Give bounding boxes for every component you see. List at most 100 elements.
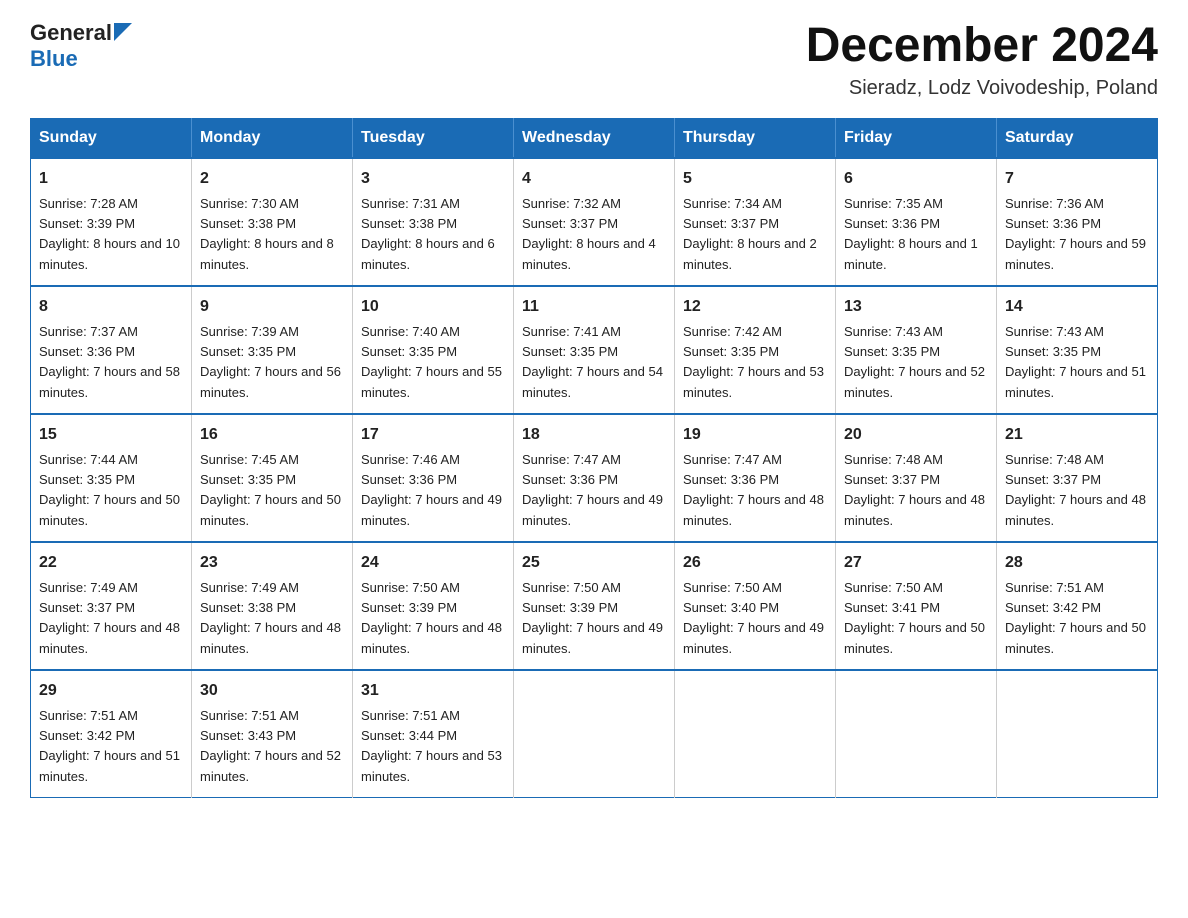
calendar-cell: 10 Sunrise: 7:40 AMSunset: 3:35 PMDaylig…	[353, 286, 514, 414]
weekday-header-sunday: Sunday	[31, 118, 192, 158]
weekday-header-friday: Friday	[836, 118, 997, 158]
day-info: Sunrise: 7:39 AMSunset: 3:35 PMDaylight:…	[200, 324, 341, 400]
day-info: Sunrise: 7:36 AMSunset: 3:36 PMDaylight:…	[1005, 196, 1146, 272]
weekday-header-thursday: Thursday	[675, 118, 836, 158]
calendar-cell: 28 Sunrise: 7:51 AMSunset: 3:42 PMDaylig…	[997, 542, 1158, 670]
title-block: December 2024 Sieradz, Lodz Voivodeship,…	[806, 20, 1158, 100]
day-info: Sunrise: 7:34 AMSunset: 3:37 PMDaylight:…	[683, 196, 817, 272]
page-header: General Blue December 2024 Sieradz, Lodz…	[30, 20, 1158, 100]
day-number: 3	[361, 167, 505, 191]
day-number: 19	[683, 423, 827, 447]
day-number: 15	[39, 423, 183, 447]
day-info: Sunrise: 7:50 AMSunset: 3:41 PMDaylight:…	[844, 580, 985, 656]
calendar-cell: 21 Sunrise: 7:48 AMSunset: 3:37 PMDaylig…	[997, 414, 1158, 542]
calendar-cell: 27 Sunrise: 7:50 AMSunset: 3:41 PMDaylig…	[836, 542, 997, 670]
calendar-cell: 24 Sunrise: 7:50 AMSunset: 3:39 PMDaylig…	[353, 542, 514, 670]
day-info: Sunrise: 7:28 AMSunset: 3:39 PMDaylight:…	[39, 196, 180, 272]
day-number: 29	[39, 679, 183, 703]
calendar-cell: 23 Sunrise: 7:49 AMSunset: 3:38 PMDaylig…	[192, 542, 353, 670]
day-info: Sunrise: 7:44 AMSunset: 3:35 PMDaylight:…	[39, 452, 180, 528]
day-info: Sunrise: 7:30 AMSunset: 3:38 PMDaylight:…	[200, 196, 334, 272]
day-info: Sunrise: 7:48 AMSunset: 3:37 PMDaylight:…	[1005, 452, 1146, 528]
calendar-cell: 9 Sunrise: 7:39 AMSunset: 3:35 PMDayligh…	[192, 286, 353, 414]
day-number: 31	[361, 679, 505, 703]
calendar-cell	[836, 670, 997, 798]
calendar-cell: 19 Sunrise: 7:47 AMSunset: 3:36 PMDaylig…	[675, 414, 836, 542]
day-info: Sunrise: 7:42 AMSunset: 3:35 PMDaylight:…	[683, 324, 824, 400]
week-row-4: 22 Sunrise: 7:49 AMSunset: 3:37 PMDaylig…	[31, 542, 1158, 670]
day-number: 28	[1005, 551, 1149, 575]
day-info: Sunrise: 7:47 AMSunset: 3:36 PMDaylight:…	[683, 452, 824, 528]
day-number: 13	[844, 295, 988, 319]
day-number: 25	[522, 551, 666, 575]
day-info: Sunrise: 7:49 AMSunset: 3:37 PMDaylight:…	[39, 580, 180, 656]
day-info: Sunrise: 7:31 AMSunset: 3:38 PMDaylight:…	[361, 196, 495, 272]
weekday-header-monday: Monday	[192, 118, 353, 158]
calendar-cell: 7 Sunrise: 7:36 AMSunset: 3:36 PMDayligh…	[997, 158, 1158, 286]
day-info: Sunrise: 7:37 AMSunset: 3:36 PMDaylight:…	[39, 324, 180, 400]
day-info: Sunrise: 7:50 AMSunset: 3:39 PMDaylight:…	[522, 580, 663, 656]
day-info: Sunrise: 7:45 AMSunset: 3:35 PMDaylight:…	[200, 452, 341, 528]
week-row-1: 1 Sunrise: 7:28 AMSunset: 3:39 PMDayligh…	[31, 158, 1158, 286]
day-number: 24	[361, 551, 505, 575]
day-info: Sunrise: 7:43 AMSunset: 3:35 PMDaylight:…	[1005, 324, 1146, 400]
calendar-cell: 29 Sunrise: 7:51 AMSunset: 3:42 PMDaylig…	[31, 670, 192, 798]
calendar-cell: 2 Sunrise: 7:30 AMSunset: 3:38 PMDayligh…	[192, 158, 353, 286]
logo-general-text: General	[30, 20, 112, 46]
weekday-header-tuesday: Tuesday	[353, 118, 514, 158]
calendar-cell: 17 Sunrise: 7:46 AMSunset: 3:36 PMDaylig…	[353, 414, 514, 542]
day-number: 18	[522, 423, 666, 447]
day-info: Sunrise: 7:47 AMSunset: 3:36 PMDaylight:…	[522, 452, 663, 528]
calendar-cell: 8 Sunrise: 7:37 AMSunset: 3:36 PMDayligh…	[31, 286, 192, 414]
calendar-title: December 2024	[806, 20, 1158, 73]
calendar-cell: 3 Sunrise: 7:31 AMSunset: 3:38 PMDayligh…	[353, 158, 514, 286]
day-info: Sunrise: 7:51 AMSunset: 3:42 PMDaylight:…	[1005, 580, 1146, 656]
calendar-cell: 25 Sunrise: 7:50 AMSunset: 3:39 PMDaylig…	[514, 542, 675, 670]
calendar-cell: 22 Sunrise: 7:49 AMSunset: 3:37 PMDaylig…	[31, 542, 192, 670]
calendar-cell: 16 Sunrise: 7:45 AMSunset: 3:35 PMDaylig…	[192, 414, 353, 542]
day-number: 20	[844, 423, 988, 447]
calendar-cell	[514, 670, 675, 798]
calendar-cell: 5 Sunrise: 7:34 AMSunset: 3:37 PMDayligh…	[675, 158, 836, 286]
calendar-cell: 13 Sunrise: 7:43 AMSunset: 3:35 PMDaylig…	[836, 286, 997, 414]
day-info: Sunrise: 7:43 AMSunset: 3:35 PMDaylight:…	[844, 324, 985, 400]
week-row-2: 8 Sunrise: 7:37 AMSunset: 3:36 PMDayligh…	[31, 286, 1158, 414]
day-number: 5	[683, 167, 827, 191]
week-row-3: 15 Sunrise: 7:44 AMSunset: 3:35 PMDaylig…	[31, 414, 1158, 542]
calendar-table: SundayMondayTuesdayWednesdayThursdayFrid…	[30, 118, 1158, 798]
logo-blue-text: Blue	[30, 46, 78, 72]
calendar-cell: 30 Sunrise: 7:51 AMSunset: 3:43 PMDaylig…	[192, 670, 353, 798]
day-number: 10	[361, 295, 505, 319]
calendar-cell: 15 Sunrise: 7:44 AMSunset: 3:35 PMDaylig…	[31, 414, 192, 542]
weekday-header-row: SundayMondayTuesdayWednesdayThursdayFrid…	[31, 118, 1158, 158]
day-number: 8	[39, 295, 183, 319]
week-row-5: 29 Sunrise: 7:51 AMSunset: 3:42 PMDaylig…	[31, 670, 1158, 798]
day-number: 6	[844, 167, 988, 191]
day-number: 4	[522, 167, 666, 191]
day-number: 30	[200, 679, 344, 703]
day-number: 11	[522, 295, 666, 319]
day-info: Sunrise: 7:51 AMSunset: 3:42 PMDaylight:…	[39, 708, 180, 784]
day-number: 26	[683, 551, 827, 575]
calendar-cell: 12 Sunrise: 7:42 AMSunset: 3:35 PMDaylig…	[675, 286, 836, 414]
logo: General Blue	[30, 20, 132, 72]
calendar-cell: 11 Sunrise: 7:41 AMSunset: 3:35 PMDaylig…	[514, 286, 675, 414]
day-info: Sunrise: 7:41 AMSunset: 3:35 PMDaylight:…	[522, 324, 663, 400]
day-info: Sunrise: 7:50 AMSunset: 3:40 PMDaylight:…	[683, 580, 824, 656]
day-info: Sunrise: 7:35 AMSunset: 3:36 PMDaylight:…	[844, 196, 978, 272]
calendar-cell	[997, 670, 1158, 798]
day-number: 16	[200, 423, 344, 447]
day-number: 1	[39, 167, 183, 191]
weekday-header-wednesday: Wednesday	[514, 118, 675, 158]
day-info: Sunrise: 7:32 AMSunset: 3:37 PMDaylight:…	[522, 196, 656, 272]
calendar-cell: 1 Sunrise: 7:28 AMSunset: 3:39 PMDayligh…	[31, 158, 192, 286]
day-number: 17	[361, 423, 505, 447]
day-number: 21	[1005, 423, 1149, 447]
calendar-cell: 6 Sunrise: 7:35 AMSunset: 3:36 PMDayligh…	[836, 158, 997, 286]
calendar-cell	[675, 670, 836, 798]
calendar-cell: 31 Sunrise: 7:51 AMSunset: 3:44 PMDaylig…	[353, 670, 514, 798]
logo-arrow-icon	[114, 23, 132, 41]
day-info: Sunrise: 7:40 AMSunset: 3:35 PMDaylight:…	[361, 324, 502, 400]
calendar-subtitle: Sieradz, Lodz Voivodeship, Poland	[806, 77, 1158, 100]
weekday-header-saturday: Saturday	[997, 118, 1158, 158]
